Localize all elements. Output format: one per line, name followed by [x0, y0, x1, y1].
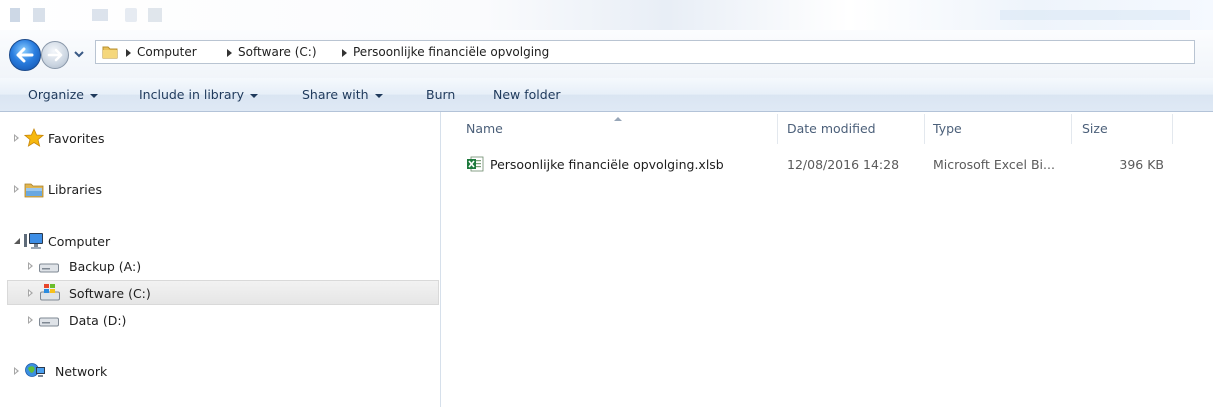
breadcrumb-separator-icon[interactable] [342, 49, 347, 57]
expand-icon[interactable] [14, 134, 19, 142]
expand-icon[interactable] [14, 367, 19, 375]
libraries-icon [24, 183, 44, 198]
expand-icon[interactable] [14, 185, 19, 193]
file-date-modified: 12/08/2016 14:28 [787, 157, 900, 172]
sort-ascending-icon [614, 117, 622, 121]
forward-button[interactable] [41, 41, 69, 69]
nav-item-data-drive[interactable]: Data (D:) [28, 309, 228, 331]
column-divider[interactable] [777, 114, 778, 144]
file-type: Microsoft Excel Bi... [933, 157, 1055, 172]
nav-item-network[interactable]: Network [14, 360, 214, 382]
title-bar [0, 0, 1213, 30]
expand-icon[interactable] [28, 316, 33, 324]
chevron-down-icon [74, 51, 84, 58]
chevron-down-icon [374, 93, 383, 98]
include-in-library-button[interactable]: Include in library [139, 87, 259, 102]
back-arrow-icon [16, 47, 34, 63]
column-divider[interactable] [1172, 114, 1173, 144]
expand-icon[interactable] [28, 262, 33, 270]
nav-item-favorites[interactable]: Favorites [14, 127, 214, 149]
excel-file-icon [467, 156, 484, 172]
warning-icon [148, 8, 162, 22]
file-row[interactable]: Persoonlijke financiële opvolging.xlsb 1… [460, 152, 1180, 176]
forward-arrow-icon [47, 48, 63, 62]
include-in-library-label: Include in library [139, 87, 245, 102]
nav-label-software-drive: Software (C:) [69, 286, 151, 301]
file-name: Persoonlijke financiële opvolging.xlsb [490, 157, 724, 172]
breadcrumb-software[interactable]: Software (C:) [238, 45, 317, 59]
share-with-button[interactable]: Share with [302, 87, 383, 102]
drive-icon [39, 263, 59, 273]
address-bar[interactable]: Computer Software (C:) Persoonlijke fina… [95, 40, 1195, 64]
chevron-down-icon [90, 93, 98, 98]
title-text-faded [1000, 10, 1190, 20]
address-row: Computer Software (C:) Persoonlijke fina… [0, 30, 1213, 78]
column-header-name[interactable]: Name [466, 121, 503, 136]
breadcrumb-separator-icon[interactable] [227, 49, 232, 57]
nav-item-libraries[interactable]: Libraries [14, 178, 214, 200]
organize-button[interactable]: Organize [28, 87, 98, 102]
chevron-down-icon [250, 93, 259, 98]
computer-icon [24, 233, 43, 249]
undo-icon[interactable] [92, 9, 108, 21]
app-icon [10, 8, 20, 22]
nav-label-libraries: Libraries [48, 182, 102, 197]
star-icon [24, 128, 44, 147]
nav-item-backup-drive[interactable]: Backup (A:) [28, 255, 228, 277]
new-folder-button[interactable]: New folder [493, 87, 561, 102]
breadcrumb-separator-icon[interactable] [126, 49, 131, 57]
drive-icon [39, 317, 59, 327]
nav-item-computer[interactable]: Computer [14, 230, 214, 252]
nav-label-data-drive: Data (D:) [69, 313, 127, 328]
properties-icon[interactable] [33, 8, 45, 22]
view-icon[interactable] [125, 8, 137, 22]
column-divider[interactable] [924, 114, 925, 144]
organize-label: Organize [28, 87, 84, 102]
back-button[interactable] [9, 39, 41, 71]
nav-label-backup-drive: Backup (A:) [69, 259, 142, 274]
share-with-label: Share with [302, 87, 369, 102]
system-drive-icon [40, 284, 60, 301]
nav-label-computer: Computer [48, 234, 111, 249]
command-bar: Organize Include in library Share with B… [0, 78, 1213, 112]
column-header-type[interactable]: Type [933, 121, 962, 136]
column-header-date-modified[interactable]: Date modified [787, 121, 876, 136]
collapse-icon[interactable] [14, 238, 20, 244]
breadcrumb-current-folder[interactable]: Persoonlijke financiële opvolging [353, 45, 549, 59]
breadcrumb-computer[interactable]: Computer [137, 45, 197, 59]
nav-label-network: Network [55, 364, 108, 379]
nav-item-software-drive[interactable]: Software (C:) [7, 280, 439, 305]
file-size: 396 KB [1119, 157, 1164, 172]
burn-button[interactable]: Burn [426, 87, 455, 102]
column-header-size[interactable]: Size [1082, 121, 1108, 136]
recent-pages-dropdown[interactable] [73, 47, 85, 61]
navigation-pane: Favorites Libraries Computer Backup (A:) [0, 112, 441, 407]
column-divider[interactable] [1071, 114, 1072, 144]
folder-icon [102, 46, 118, 59]
nav-label-favorites: Favorites [48, 131, 105, 146]
expand-icon[interactable] [28, 289, 33, 297]
network-icon [25, 363, 45, 377]
